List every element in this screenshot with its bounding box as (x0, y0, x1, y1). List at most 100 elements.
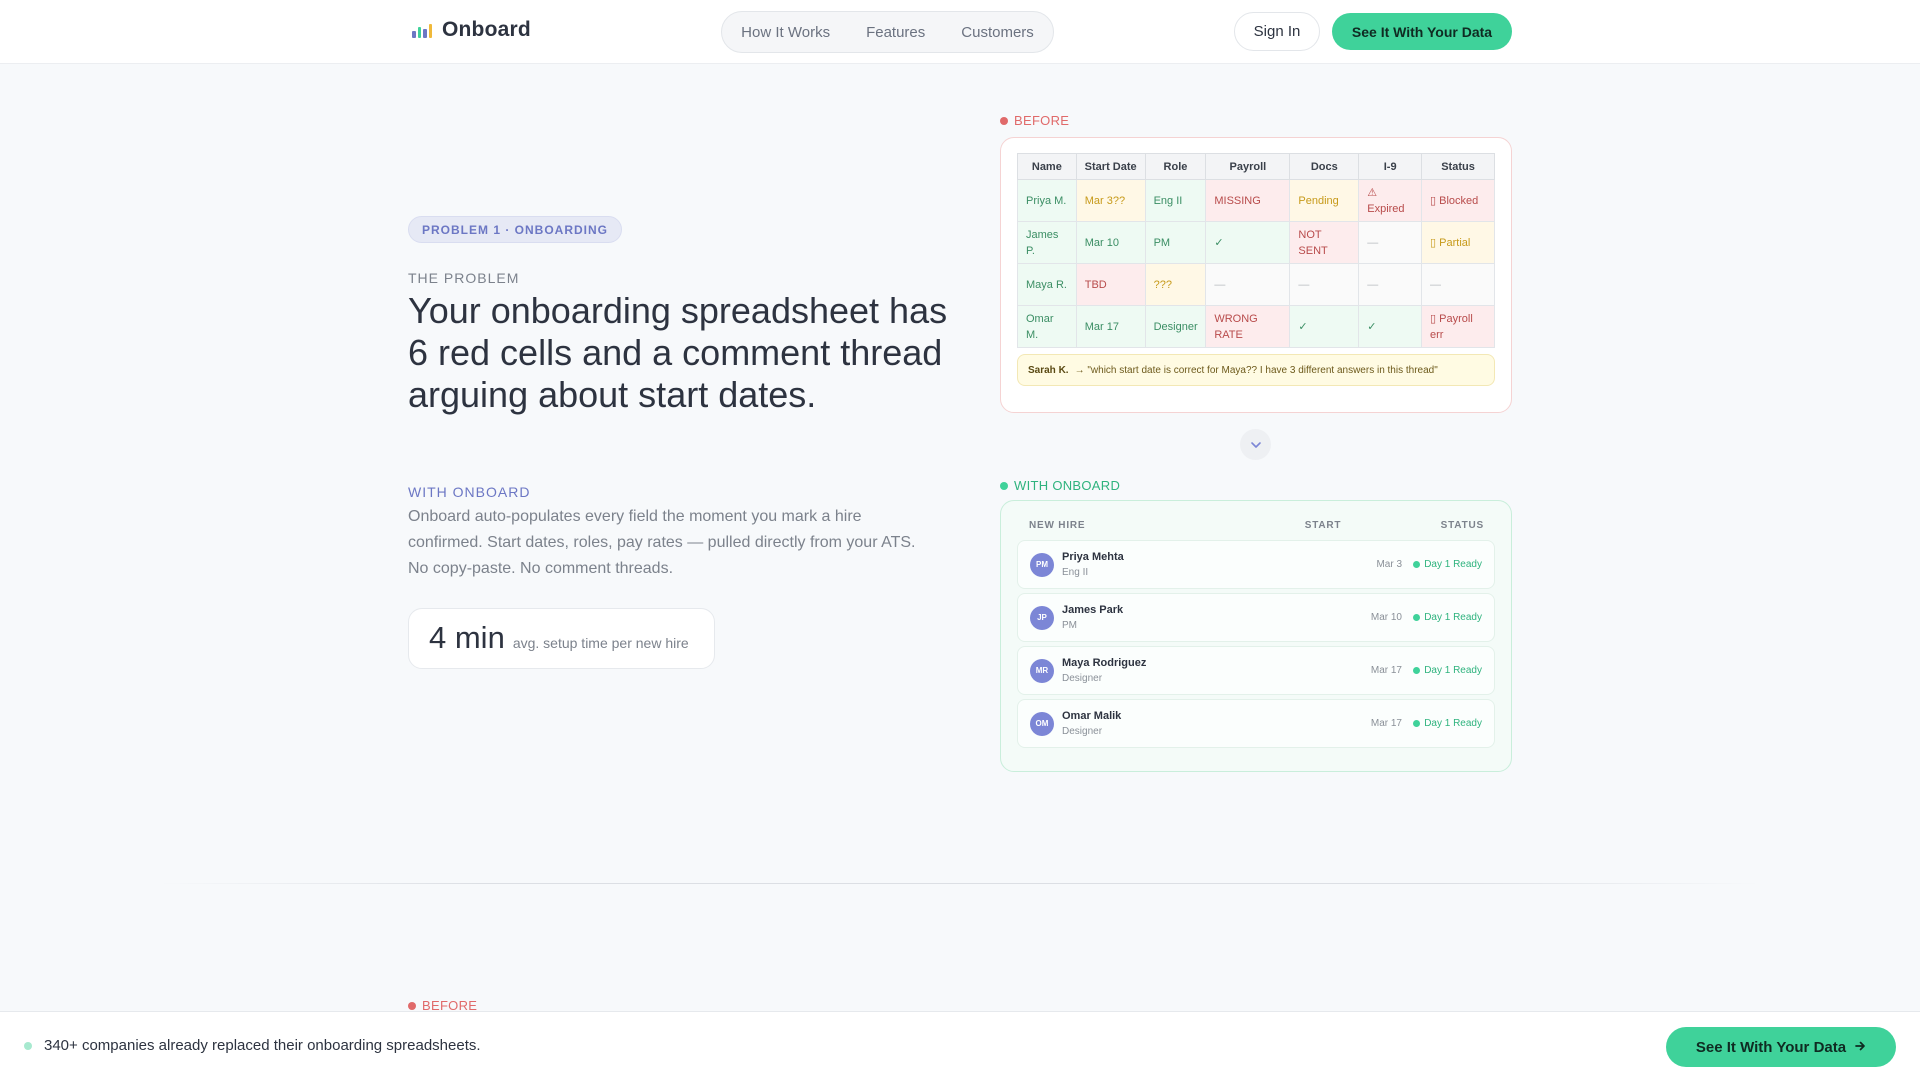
red-dot-icon (1000, 116, 1008, 125)
problem-eyebrow: THE PROBLEM (408, 270, 520, 286)
chevron-down-icon[interactable] (1240, 429, 1271, 460)
hire-start-date: Mar 10 (1370, 612, 1402, 623)
spreadsheet-body: Priya M. Mar 3?? Eng II MISSING Pending ⚠ Exp… (1017, 179, 1495, 348)
spreadsheet-cell[interactable]: Omar M. (1017, 305, 1077, 348)
spreadsheet-cell[interactable]: Mar 17 (1075, 305, 1146, 348)
spreadsheet-cell[interactable]: NOT SENT (1289, 221, 1360, 264)
spreadsheet-cell[interactable]: ✓ (1289, 305, 1360, 348)
comment-thread[interactable]: Sarah K. → "which start date is correct … (1017, 354, 1495, 386)
status-dot-icon (1413, 561, 1421, 568)
hire-start-date: Mar 17 (1370, 665, 1402, 676)
spreadsheet-cell[interactable]: ⚠ Expired (1358, 179, 1423, 222)
comment-author: Sarah K. (1028, 364, 1069, 376)
spreadsheet-cell[interactable]: ??? (1144, 263, 1207, 306)
spreadsheet-cell[interactable]: — (1421, 263, 1495, 306)
spreadsheet-cell[interactable]: — (1289, 263, 1360, 306)
nav-features[interactable]: Features (866, 24, 925, 41)
before-spreadsheet-card: Name Start Date Role Payroll Docs I-9 Status P… (1000, 137, 1512, 413)
hire-name: Priya Mehta (1062, 550, 1124, 563)
spreadsheet-cell[interactable]: WRONG RATE (1205, 305, 1291, 348)
spreadsheet-cell[interactable]: ▯ Partial (1421, 221, 1495, 264)
spreadsheet-cell[interactable]: MISSING (1205, 179, 1291, 222)
status-badge: Day 1 Ready (1413, 559, 1482, 570)
with-onboard-label-text: WITH ONBOARD (1014, 478, 1121, 493)
spreadsheet-cell[interactable]: — (1358, 221, 1423, 264)
spreadsheet-cell[interactable]: — (1205, 263, 1291, 306)
avatar: PM (1030, 552, 1054, 577)
spreadsheet-cell[interactable]: Maya R. (1017, 263, 1077, 306)
spreadsheet-cell[interactable]: ▯ Payroll err (1421, 305, 1495, 348)
bottom-cta-button[interactable]: See It With Your Data (1666, 1027, 1896, 1067)
spreadsheet-col-header: Start Date (1075, 153, 1146, 180)
spreadsheet-col-header: Name (1017, 153, 1077, 180)
hire-info: Maya Rodriguez Designer (1062, 656, 1146, 686)
hire-name: Omar Malik (1062, 709, 1122, 722)
spreadsheet-cell[interactable]: PM (1144, 221, 1207, 264)
hire-role: Eng II (1062, 566, 1089, 578)
green-dot-icon (1000, 481, 1008, 490)
hire-role: Designer (1062, 725, 1103, 737)
site-header: Onboard How It Works Features Customers … (0, 0, 1920, 64)
status-badge: Day 1 Ready (1413, 718, 1482, 729)
spreadsheet-cell[interactable]: ✓ (1205, 221, 1291, 264)
hire-name: Maya Rodriguez (1062, 656, 1147, 669)
stat-card: 4 min avg. setup time per new hire (408, 608, 715, 669)
hire-info: Priya Mehta Eng II (1062, 550, 1124, 580)
col-start: START (1304, 520, 1342, 531)
spreadsheet-col-header: Docs (1289, 153, 1360, 180)
col-status: STATUS (1440, 520, 1484, 531)
header-cta-button[interactable]: See It With Your Data (1332, 13, 1512, 50)
avatar: JP (1030, 605, 1054, 630)
spreadsheet-cell[interactable]: James P. (1017, 221, 1077, 264)
spreadsheet-cell[interactable]: ▯ Blocked (1421, 179, 1495, 222)
spreadsheet-row: James P. Mar 10 PM ✓ NOT SENT — ▯ Partial (1017, 221, 1495, 264)
hire-start-date: Mar 17 (1370, 718, 1402, 729)
hire-row[interactable]: JP James Park PM Mar 10 Day 1 Ready (1017, 593, 1495, 642)
status-badge: Day 1 Ready (1413, 665, 1482, 676)
spreadsheet-cell[interactable]: — (1358, 263, 1423, 306)
avatar: OM (1030, 711, 1054, 736)
spreadsheet-header-row: Name Start Date Role Payroll Docs I-9 Status (1017, 153, 1495, 180)
col-new-hire: NEW HIRE (1029, 520, 1086, 531)
hire-name: James Park (1062, 603, 1124, 616)
status-dot-icon (1413, 614, 1421, 621)
status-text: Day 1 Ready (1424, 665, 1482, 676)
spreadsheet-row: Omar M. Mar 17 Designer WRONG RATE ✓ ✓ ▯ Payro… (1017, 305, 1495, 348)
main-nav: How It Works Features Customers (721, 11, 1054, 53)
hire-role: PM (1062, 619, 1077, 631)
arrow-right-icon (1854, 1039, 1866, 1056)
hire-list: PM Priya Mehta Eng II Mar 3 Day 1 Ready JP Jam… (1017, 540, 1495, 748)
status-text: Day 1 Ready (1424, 718, 1482, 729)
hire-info: Omar Malik Designer (1062, 709, 1121, 739)
dashboard-header: NEW HIRE START STATUS (1017, 515, 1495, 540)
nav-customers[interactable]: Customers (961, 24, 1034, 41)
status-dot-icon (24, 1042, 32, 1050)
spreadsheet-cell[interactable]: Priya M. (1017, 179, 1077, 222)
section-divider (160, 883, 1760, 884)
spreadsheet-row: Maya R. TBD??? — — — — (1017, 263, 1495, 306)
spreadsheet-row: Priya M. Mar 3?? Eng II MISSING Pending ⚠ Exp… (1017, 179, 1495, 222)
spreadsheet-cell[interactable]: Mar 3?? (1075, 179, 1146, 222)
spreadsheet-cell[interactable]: Mar 10 (1075, 221, 1146, 264)
status-text: Day 1 Ready (1424, 612, 1482, 623)
spreadsheet-cell[interactable]: Designer (1144, 305, 1207, 348)
status-badge: Day 1 Ready (1413, 612, 1482, 623)
nav-how-it-works[interactable]: How It Works (741, 24, 830, 41)
spreadsheet-cell[interactable]: Pending (1289, 179, 1360, 222)
logo[interactable]: Onboard (412, 18, 531, 42)
problem-badge: PROBLEM 1 · ONBOARDING (408, 216, 623, 243)
with-onboard-eyebrow: WITH ONBOARD (408, 484, 531, 500)
social-proof-text: 340+ companies already replaced their on… (44, 1037, 481, 1054)
logo-text: Onboard (442, 18, 531, 41)
hire-row[interactable]: OM Omar Malik Designer Mar 17 Day 1 Ready (1017, 699, 1495, 748)
before-label: BEFORE (1000, 113, 1069, 128)
bottom-cta-label: See It With Your Data (1695, 1038, 1847, 1056)
spreadsheet-col-header: Status (1421, 153, 1495, 180)
spreadsheet-cell[interactable]: Eng II (1144, 179, 1207, 222)
hire-row[interactable]: MR Maya Rodriguez Designer Mar 17 Day 1 Read… (1017, 646, 1495, 695)
sign-in-button[interactable]: Sign In (1234, 12, 1320, 51)
with-onboard-label: WITH ONBOARD (1000, 478, 1120, 493)
spreadsheet-cell[interactable]: ✓ (1358, 305, 1423, 348)
spreadsheet-cell[interactable]: TBD (1075, 263, 1146, 306)
hire-row[interactable]: PM Priya Mehta Eng II Mar 3 Day 1 Ready (1017, 540, 1495, 589)
